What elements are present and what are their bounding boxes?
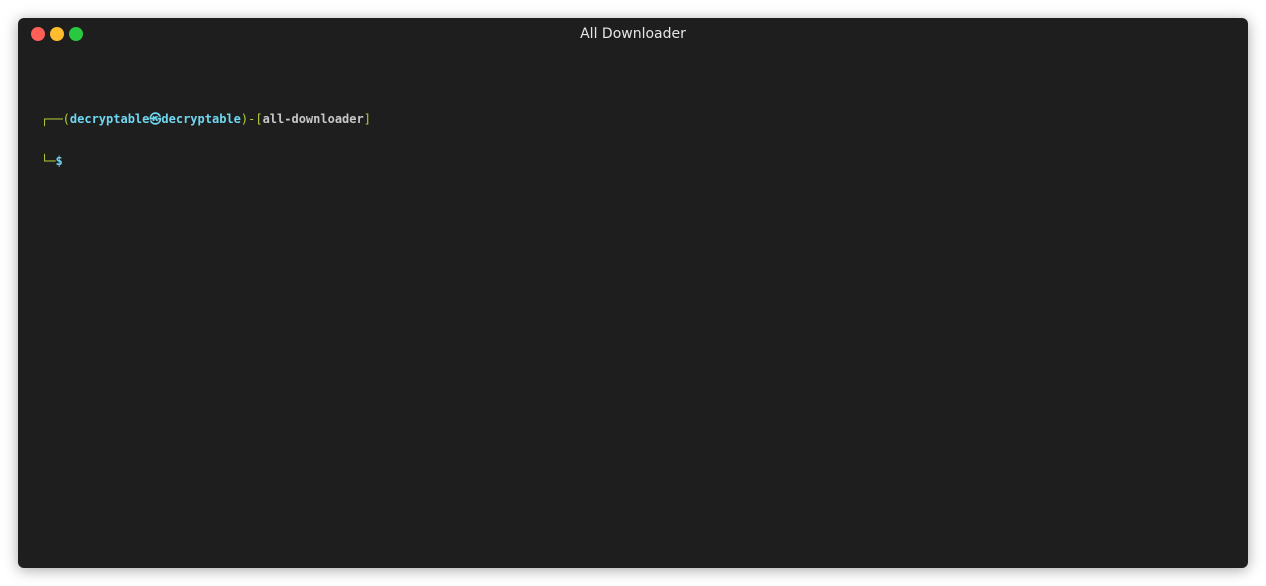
prompt-cwd: all-downloader xyxy=(262,112,364,126)
prompt-user: decryptable xyxy=(69,112,150,126)
prompt-separator: ㉿ xyxy=(149,112,162,126)
prompt-host: decryptable xyxy=(161,112,241,126)
terminal-window: All Downloader ┌──(decryptable㉿decryptab… xyxy=(18,18,1248,568)
prompt-symbol: $ xyxy=(55,154,63,168)
window-title: All Downloader xyxy=(580,26,686,42)
prompt-mid: )-[ xyxy=(240,112,263,126)
terminal-output[interactable]: ┌──(decryptable㉿decryptable)-[all-downlo… xyxy=(41,84,371,196)
prompt-bottom-corner: └─ xyxy=(41,154,56,168)
prompt-close-bracket: ] xyxy=(363,112,371,126)
prompt-line-1: ┌──(decryptable㉿decryptable)-[all-downlo… xyxy=(41,112,371,126)
prompt-top-corner: ┌──( xyxy=(41,112,70,126)
prompt-line-2[interactable]: └─$ xyxy=(41,154,371,168)
title-bar[interactable]: All Downloader xyxy=(18,18,1248,51)
